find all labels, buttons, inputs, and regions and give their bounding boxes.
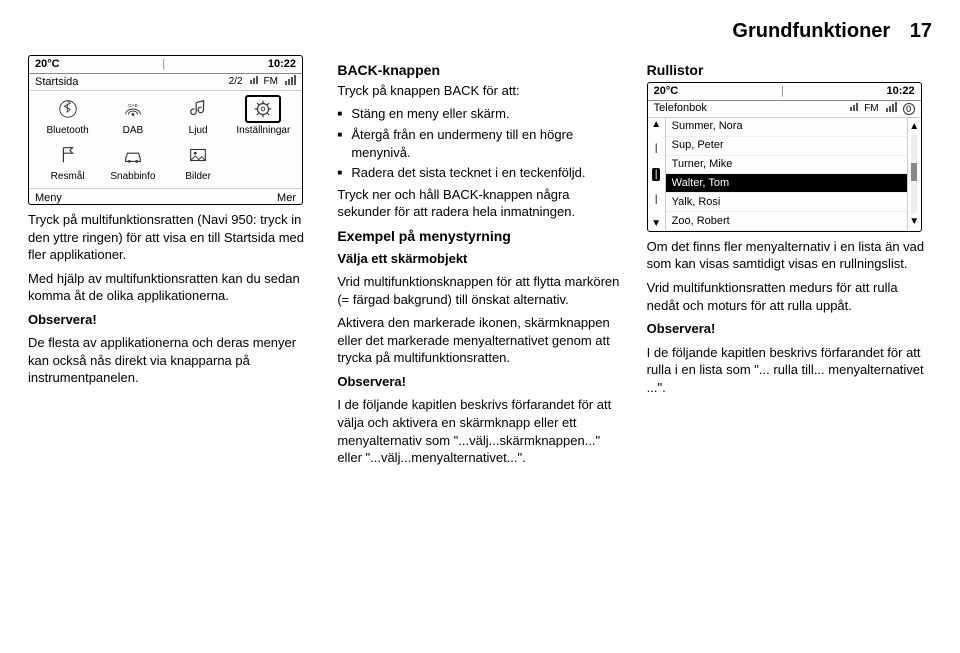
gear-icon bbox=[250, 98, 276, 120]
alpha-letter: | bbox=[655, 142, 658, 156]
list-item[interactable]: Summer, Nora bbox=[666, 118, 907, 137]
screen2-title-row: Telefonbok FM 0 bbox=[648, 101, 921, 118]
app-resmal-label: Resmål bbox=[51, 170, 85, 184]
dab-icon: DAB bbox=[120, 98, 146, 120]
list-item[interactable]: Yalk, Rosi bbox=[666, 193, 907, 212]
screen1-statusbar: 20°C | 10:22 bbox=[29, 56, 302, 74]
col2-obs: Observera! bbox=[337, 373, 622, 391]
alpha-scroll[interactable]: ▲ | | | ▼ bbox=[648, 118, 666, 231]
phonebook-list: Summer, Nora Sup, Peter Turner, Mike Wal… bbox=[666, 118, 907, 231]
screen1-temp: 20°C bbox=[35, 57, 60, 72]
app-bluetooth[interactable]: Bluetooth bbox=[35, 95, 100, 141]
app-installningar[interactable]: Inställningar bbox=[231, 95, 296, 141]
app-ljud[interactable]: Ljud bbox=[166, 95, 231, 141]
col2-p1: Tryck ner och håll BACK-knappen några se… bbox=[337, 186, 622, 221]
scrollbar[interactable]: ▲ ▼ bbox=[907, 118, 921, 231]
col2-h3: Välja ett skärmobjekt bbox=[337, 250, 622, 268]
scroll-thumb[interactable] bbox=[911, 163, 917, 181]
screen1-title-right: 2/2 FM bbox=[229, 75, 296, 90]
screen1-page: 2/2 bbox=[229, 75, 243, 89]
list-item-selected[interactable]: Walter, Tom bbox=[666, 174, 907, 193]
col3-obs: Observera! bbox=[647, 320, 932, 338]
wifi-icon bbox=[849, 102, 858, 116]
app-snabbinfo[interactable]: Snabbinfo bbox=[100, 141, 165, 187]
svg-text:DAB: DAB bbox=[128, 103, 137, 108]
app-resmal[interactable]: Resmål bbox=[35, 141, 100, 187]
signal-icon bbox=[885, 102, 897, 117]
col2-p2: Vrid multifunktionsknappen för att flytt… bbox=[337, 273, 622, 308]
signal-icon bbox=[284, 75, 296, 90]
col2-h2: Exempel på menystyrning bbox=[337, 227, 622, 246]
screen1-title: Startsida bbox=[35, 75, 78, 90]
screen1-title-row: Startsida 2/2 FM bbox=[29, 74, 302, 91]
alpha-up-icon[interactable]: ▲ bbox=[651, 120, 661, 130]
screen2-divider: | bbox=[781, 84, 784, 99]
alpha-letter: | bbox=[655, 193, 658, 207]
flag-icon bbox=[55, 144, 81, 166]
screen2-title: Telefonbok bbox=[654, 101, 707, 116]
screen2-temp: 20°C bbox=[654, 84, 679, 99]
col2-intro: Tryck på knappen BACK för att: bbox=[337, 82, 622, 100]
page-number: 17 bbox=[910, 20, 932, 42]
screen1-more-button[interactable]: Mer bbox=[277, 191, 296, 202]
screen2-fm: FM bbox=[864, 102, 878, 116]
screen2-title-right: FM 0 bbox=[849, 102, 914, 117]
col1-obs: Observera! bbox=[28, 311, 313, 329]
bullet-1: Stäng en meny eller skärm. bbox=[337, 105, 622, 123]
bullet-3: Radera det sista tecknet i en teckenfölj… bbox=[337, 164, 622, 182]
col1-p3: De flesta av applikationerna och deras m… bbox=[28, 334, 313, 387]
note-icon bbox=[185, 98, 211, 120]
screen1-menu-button[interactable]: Meny bbox=[35, 191, 62, 202]
col2-bullets: Stäng en meny eller skärm. Återgå från e… bbox=[337, 105, 622, 181]
wifi-icon bbox=[249, 75, 258, 89]
col3-h1: Rullistor bbox=[647, 61, 932, 80]
bullet-2: Återgå från en undermeny till en högre m… bbox=[337, 126, 622, 161]
alpha-letter-selected: | bbox=[652, 168, 661, 182]
car-icon bbox=[120, 144, 146, 166]
alpha-down-icon[interactable]: ▼ bbox=[651, 219, 661, 229]
badge-icon: 0 bbox=[903, 103, 915, 115]
col1-p2: Med hjälp av multifunktionsratten kan du… bbox=[28, 270, 313, 305]
screenshot-startsida: 20°C | 10:22 Startsida 2/2 FM bbox=[28, 55, 303, 205]
scroll-up-icon[interactable]: ▲ bbox=[909, 118, 919, 136]
app-installningar-label: Inställningar bbox=[236, 124, 290, 138]
column-1: 20°C | 10:22 Startsida 2/2 FM bbox=[28, 55, 313, 473]
app-bilder[interactable]: Bilder bbox=[166, 141, 231, 187]
column-2: BACK-knappen Tryck på knappen BACK för a… bbox=[337, 55, 622, 473]
col2-p3: Aktivera den markerade ikonen, skärmknap… bbox=[337, 314, 622, 367]
screen1-fm: FM bbox=[264, 75, 278, 89]
app-snabbinfo-label: Snabbinfo bbox=[110, 170, 155, 184]
col3-p1: Om det finns fler menyalternativ i en li… bbox=[647, 238, 932, 273]
col3-p3: I de följande kapitlen beskrivs förfaran… bbox=[647, 344, 932, 397]
scroll-track[interactable] bbox=[911, 135, 917, 213]
app-dab-label: DAB bbox=[123, 124, 144, 138]
screen1-grid: Bluetooth DAB DAB Ljud Inställningar Res… bbox=[29, 91, 302, 188]
app-ljud-label: Ljud bbox=[189, 124, 208, 138]
screen1-time: 10:22 bbox=[268, 57, 296, 72]
column-3: Rullistor 20°C | 10:22 Telefonbok FM 0 ▲ bbox=[647, 55, 932, 473]
col1-p1: Tryck på multifunktionsratten (Navi 950:… bbox=[28, 211, 313, 264]
app-bilder-label: Bilder bbox=[185, 170, 211, 184]
screenshot-telefonbok: 20°C | 10:22 Telefonbok FM 0 ▲ | | | bbox=[647, 82, 922, 232]
list-item[interactable]: Zoo, Robert bbox=[666, 212, 907, 231]
screen2-statusbar: 20°C | 10:22 bbox=[648, 83, 921, 101]
page-header: Grundfunktioner 17 bbox=[28, 18, 932, 45]
scroll-down-icon[interactable]: ▼ bbox=[909, 213, 919, 231]
col2-h1: BACK-knappen bbox=[337, 61, 622, 80]
app-bluetooth-label: Bluetooth bbox=[46, 124, 88, 138]
app-empty bbox=[231, 141, 296, 187]
bluetooth-icon bbox=[55, 98, 81, 120]
list-item[interactable]: Turner, Mike bbox=[666, 156, 907, 175]
col2-p4: I de följande kapitlen beskrivs förfaran… bbox=[337, 396, 622, 466]
app-dab[interactable]: DAB DAB bbox=[100, 95, 165, 141]
image-icon bbox=[185, 144, 211, 166]
screen1-divider: | bbox=[162, 57, 165, 72]
col3-p2: Vrid multifunktionsratten medurs för att… bbox=[647, 279, 932, 314]
columns: 20°C | 10:22 Startsida 2/2 FM bbox=[28, 55, 932, 473]
list-item[interactable]: Sup, Peter bbox=[666, 137, 907, 156]
screen1-footer: Meny Mer bbox=[29, 188, 302, 204]
screen2-list-wrap: ▲ | | | ▼ Summer, Nora Sup, Peter Turner… bbox=[648, 118, 921, 231]
screen2-time: 10:22 bbox=[887, 84, 915, 99]
page-title: Grundfunktioner bbox=[732, 20, 890, 42]
